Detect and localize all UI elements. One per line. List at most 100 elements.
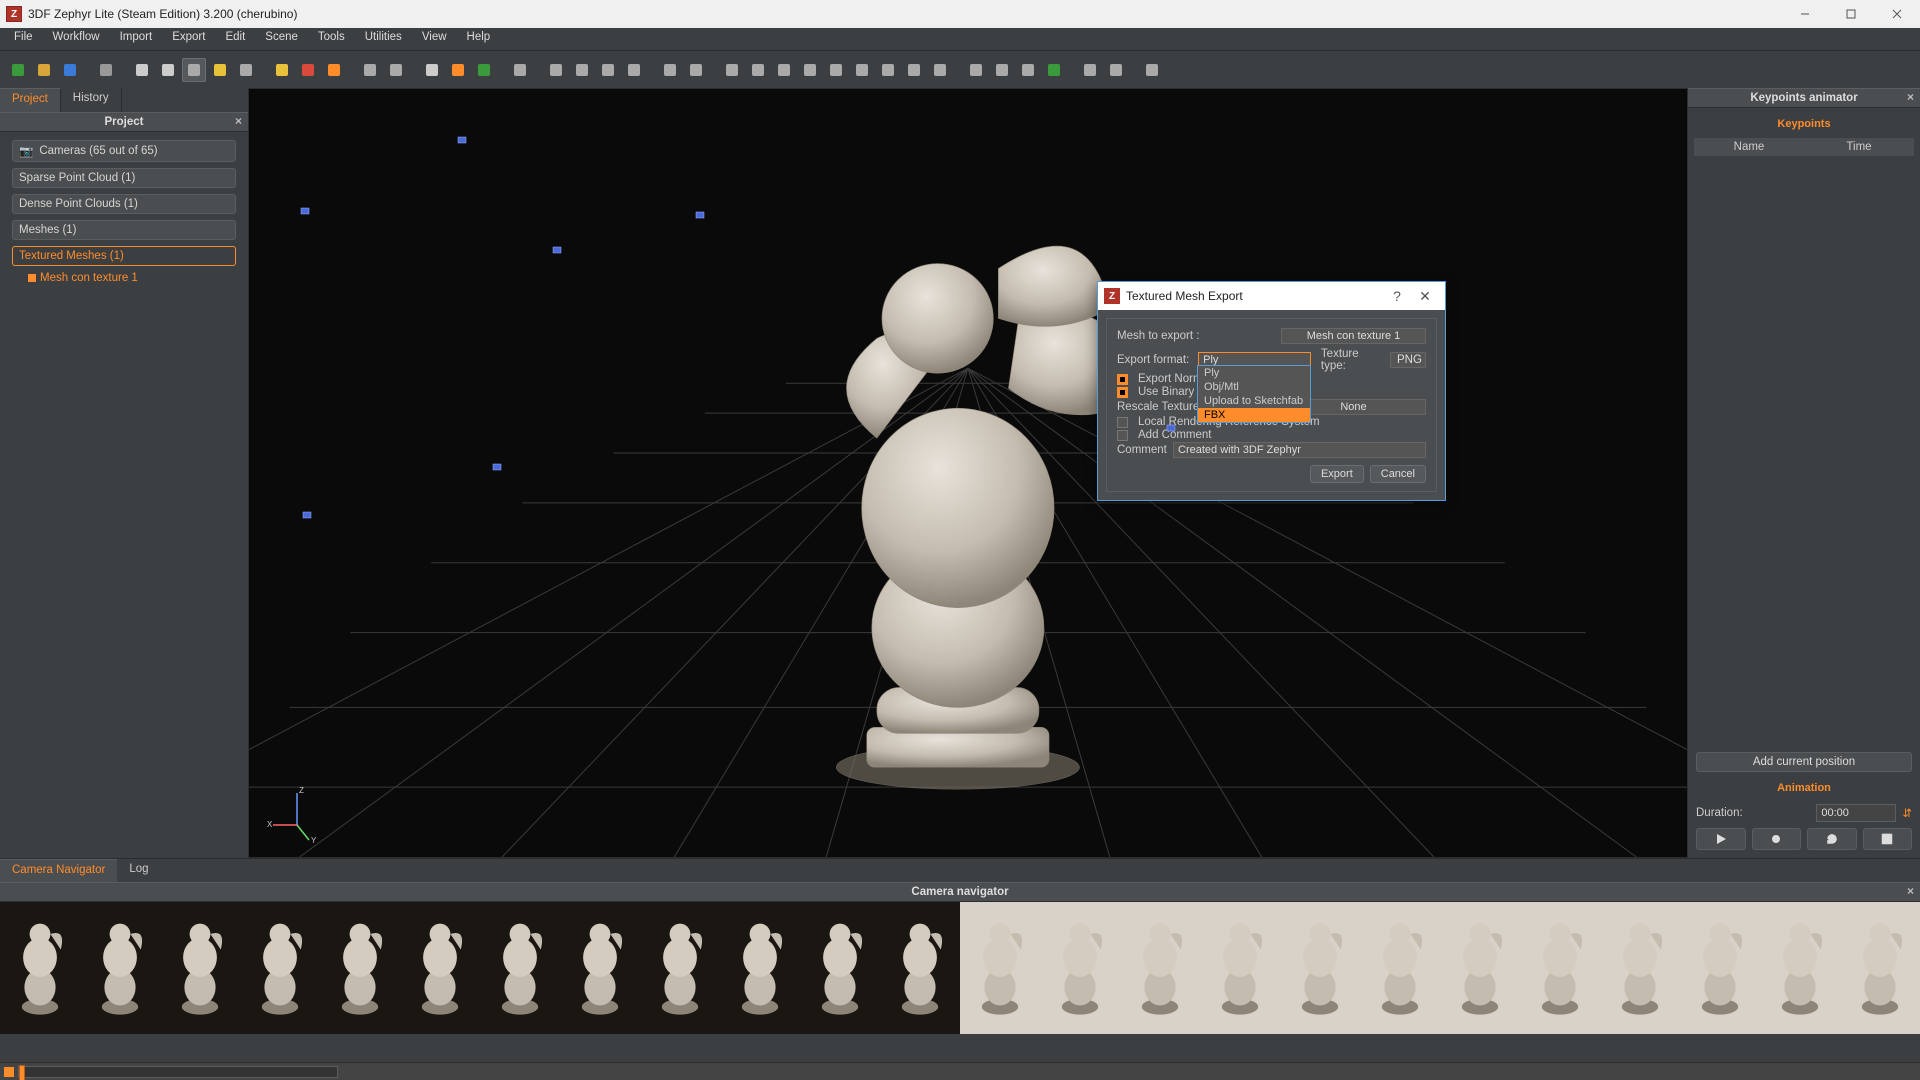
minimize-button[interactable] <box>1782 0 1828 28</box>
menu-file[interactable]: File <box>4 28 43 50</box>
save-anim-button[interactable] <box>1863 828 1913 850</box>
toolbar-rect-d-icon[interactable] <box>622 58 646 82</box>
camera-gizmo-icon[interactable] <box>694 209 706 221</box>
camera-gizmo-icon[interactable] <box>301 509 313 521</box>
toolbar-sel4-icon[interactable] <box>798 58 822 82</box>
toolbar-arr-undo-icon[interactable] <box>658 58 682 82</box>
local-ref-check[interactable] <box>1117 417 1128 428</box>
format-option-ply[interactable]: Ply <box>1198 366 1310 380</box>
camera-thumbnail[interactable] <box>160 902 240 1034</box>
camera-thumbnail[interactable] <box>80 902 160 1034</box>
camera-thumbnail[interactable] <box>560 902 640 1034</box>
tab-log[interactable]: Log <box>117 859 160 882</box>
camera-thumbnail[interactable] <box>320 902 400 1034</box>
3d-viewport[interactable]: Z X Y Z Textured Mesh Export ? ✕ Mesh to… <box>248 88 1688 858</box>
camera-thumbnail[interactable] <box>1840 902 1920 1034</box>
toolbar-wrench-icon[interactable] <box>1078 58 1102 82</box>
toolbar-help-q-icon[interactable] <box>1140 58 1164 82</box>
camera-gizmo-icon[interactable] <box>551 244 563 256</box>
toolbar-sel6-icon[interactable] <box>850 58 874 82</box>
camera-thumbnail[interactable] <box>1120 902 1200 1034</box>
close-button[interactable] <box>1874 0 1920 28</box>
toolbar-sel5-icon[interactable] <box>824 58 848 82</box>
loop-button[interactable] <box>1807 828 1857 850</box>
duration-stepper-icon[interactable]: ⇵ <box>1902 806 1912 820</box>
tab-project[interactable]: Project <box>0 88 61 112</box>
camera-thumbnail[interactable] <box>1200 902 1280 1034</box>
close-icon[interactable]: × <box>1907 90 1914 104</box>
maximize-button[interactable] <box>1828 0 1874 28</box>
add-position-button[interactable]: Add current position <box>1696 752 1912 772</box>
toolbar-redo-icon[interactable] <box>156 58 180 82</box>
menu-export[interactable]: Export <box>162 28 215 50</box>
camera-thumbnail[interactable] <box>1440 902 1520 1034</box>
camera-thumbnail[interactable] <box>960 902 1040 1034</box>
close-icon[interactable]: × <box>1907 884 1914 898</box>
camera-thumbnail[interactable] <box>1680 902 1760 1034</box>
toolbar-pyr-r-icon[interactable] <box>296 58 320 82</box>
toolbar-lightbox-icon[interactable] <box>182 58 206 82</box>
toolbar-sel9-icon[interactable] <box>928 58 952 82</box>
status-slider[interactable] <box>18 1066 338 1078</box>
camera-thumbnail[interactable] <box>720 902 800 1034</box>
project-textured-item[interactable]: Mesh con texture 1 <box>28 272 236 284</box>
camera-thumbnail[interactable] <box>640 902 720 1034</box>
dialog-help-button[interactable]: ? <box>1383 288 1411 304</box>
toolbar-pyr-y-icon[interactable] <box>270 58 294 82</box>
camera-gizmo-icon[interactable] <box>491 461 503 473</box>
menu-edit[interactable]: Edit <box>215 28 255 50</box>
camera-thumbnail[interactable] <box>480 902 560 1034</box>
toolbar-sel8-icon[interactable] <box>902 58 926 82</box>
thumbnail-strip[interactable] <box>0 902 1920 1062</box>
toolbar-arr-redo-icon[interactable] <box>684 58 708 82</box>
camera-thumbnail[interactable] <box>1280 902 1360 1034</box>
menu-scene[interactable]: Scene <box>255 28 308 50</box>
toolbar-new-icon[interactable] <box>6 58 30 82</box>
menu-workflow[interactable]: Workflow <box>43 28 110 50</box>
menu-import[interactable]: Import <box>110 28 163 50</box>
toolbar-rect-c-icon[interactable] <box>596 58 620 82</box>
dialog-close-button[interactable]: ✕ <box>1411 288 1439 305</box>
toolbar-cube-w-icon[interactable] <box>420 58 444 82</box>
toolbar-circ1-icon[interactable] <box>964 58 988 82</box>
camera-gizmo-icon[interactable] <box>1165 422 1177 434</box>
menu-help[interactable]: Help <box>457 28 501 50</box>
menu-utilities[interactable]: Utilities <box>355 28 412 50</box>
comment-field[interactable]: Created with 3DF Zephyr <box>1173 442 1426 458</box>
toolbar-cube-g-icon[interactable] <box>472 58 496 82</box>
format-option-sketchfab[interactable]: Upload to Sketchfab <box>1198 394 1310 408</box>
toolbar-sel7-icon[interactable] <box>876 58 900 82</box>
format-option-fbx[interactable]: FBX <box>1198 408 1310 422</box>
toolbar-camera-icon[interactable] <box>94 58 118 82</box>
toolbar-open-icon[interactable] <box>32 58 56 82</box>
format-option-obj[interactable]: Obj/Mtl <box>1198 380 1310 394</box>
camera-thumbnail[interactable] <box>1600 902 1680 1034</box>
project-sparse[interactable]: Sparse Point Cloud (1) <box>12 168 236 188</box>
toolbar-rect-b-icon[interactable] <box>570 58 594 82</box>
toolbar-sel1-icon[interactable] <box>720 58 744 82</box>
camera-thumbnail[interactable] <box>800 902 880 1034</box>
project-meshes[interactable]: Meshes (1) <box>12 220 236 240</box>
add-comment-check[interactable] <box>1117 430 1128 441</box>
toolbar-rect-a-icon[interactable] <box>544 58 568 82</box>
mesh-field[interactable]: Mesh con texture 1 <box>1281 328 1426 344</box>
toolbar-pyr-o-icon[interactable] <box>322 58 346 82</box>
toolbar-undo-icon[interactable] <box>130 58 154 82</box>
toolbar-pts1-icon[interactable] <box>358 58 382 82</box>
texture-type-field[interactable]: PNG <box>1390 352 1426 368</box>
toolbar-cube-o-icon[interactable] <box>446 58 470 82</box>
camera-thumbnail[interactable] <box>240 902 320 1034</box>
toolbar-mask-icon[interactable] <box>1104 58 1128 82</box>
tab-history[interactable]: History <box>61 88 122 112</box>
toolbar-pts2-icon[interactable] <box>384 58 408 82</box>
toolbar-pin-icon[interactable] <box>990 58 1014 82</box>
project-textured[interactable]: Textured Meshes (1) <box>12 246 236 266</box>
camera-thumbnail[interactable] <box>0 902 80 1034</box>
menu-view[interactable]: View <box>412 28 457 50</box>
toolbar-angle-icon[interactable] <box>1016 58 1040 82</box>
camera-thumbnail[interactable] <box>1760 902 1840 1034</box>
camera-thumbnail[interactable] <box>1360 902 1440 1034</box>
play-button[interactable] <box>1696 828 1746 850</box>
toolbar-save-icon[interactable] <box>58 58 82 82</box>
camera-thumbnail[interactable] <box>1040 902 1120 1034</box>
